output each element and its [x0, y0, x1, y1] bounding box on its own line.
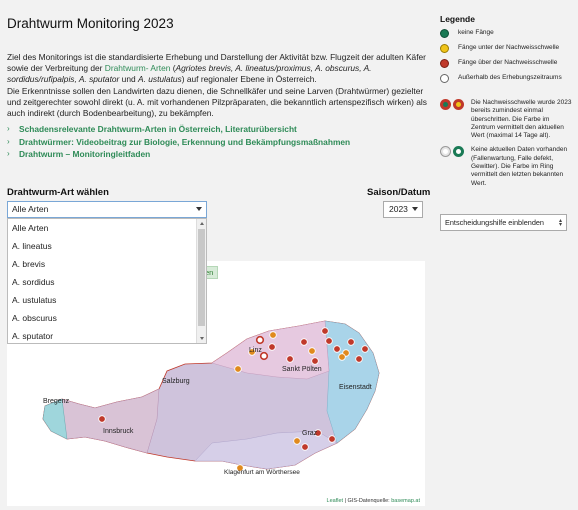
intro-paragraph-2: Die Erkenntnisse sollen den Landwirten d…: [7, 85, 427, 119]
trap-marker[interactable]: [311, 357, 319, 365]
species-select-value: Alle Arten: [12, 204, 49, 214]
legend-label: Fänge über der Nachweisschwelle: [458, 59, 558, 66]
page-title: Drahtwurm Monitoring 2023: [7, 16, 174, 31]
species-option[interactable]: A. obscurus: [8, 309, 206, 327]
chevron-right-icon: ›: [7, 124, 10, 133]
link-label[interactable]: Drahtwürmer: Videobeitrag zur Biologie, …: [19, 136, 350, 149]
basemap-link[interactable]: basemap.at: [391, 498, 420, 504]
legend-label: Außerhalb des Erhebungszeitraums: [458, 74, 562, 81]
legend-label: Fänge unter der Nachweisschwelle: [458, 44, 560, 51]
intro-text: Ziel des Monitorings ist die standardisi…: [7, 52, 427, 119]
trap-marker[interactable]: [234, 365, 242, 373]
intro-text-segment: ) auf regionaler Ebene in Österreich.: [181, 74, 317, 85]
dropdown-arrow-icon: [196, 207, 202, 211]
legend-item-below-threshold: Fänge unter der Nachweisschwelle: [440, 44, 575, 53]
trap-marker[interactable]: [333, 345, 341, 353]
red-ring-icon: [440, 99, 451, 110]
resource-link-guide[interactable]: › Drahtwurm – Monitoringleitfaden: [7, 148, 350, 161]
red-dot-icon: [440, 59, 449, 68]
season-select[interactable]: 2023: [383, 201, 423, 218]
species-select[interactable]: Alle Arten: [7, 201, 207, 218]
dropdown-scrollbar[interactable]: [196, 219, 206, 343]
trap-marker[interactable]: [321, 327, 329, 335]
map-city-label: Sankt Pölten: [282, 366, 322, 373]
link-label[interactable]: Schadensrelevante Drahtwurm-Arten in Öst…: [19, 123, 297, 136]
red-ring-icon: [453, 99, 464, 110]
legend-note-no-data: Keine aktuellen Daten vorhanden (Fallenw…: [440, 146, 575, 187]
species-option[interactable]: A. ustulatus: [8, 291, 206, 309]
legend-note-text: Die Nachweisschwelle wurde 2023 bereits …: [471, 99, 572, 140]
species-name: A. ustulatus: [137, 74, 182, 85]
intro-paragraph-1: Ziel des Monitorings ist die standardisi…: [7, 52, 427, 86]
legend-item-no-catches: keine Fänge: [440, 29, 575, 38]
map-city-label: Salzburg: [162, 378, 190, 385]
green-dot-icon: [440, 29, 449, 38]
species-option[interactable]: A. brevis: [8, 255, 206, 273]
map-city-label: Klagenfurt am Wörthersee: [224, 469, 300, 476]
decision-aid-select[interactable]: Entscheidungshilfe einblenden ▴ ▾: [440, 214, 567, 231]
map-city-label: Graz: [302, 430, 318, 437]
trap-marker[interactable]: [269, 331, 277, 339]
legend-label: keine Fänge: [458, 29, 494, 36]
intro-text-segment: und: [119, 74, 138, 85]
legend-item-outside-period: Außerhalb des Erhebungszeitraums: [440, 74, 575, 83]
resource-link-literature[interactable]: › Schadensrelevante Drahtwurm-Arten in Ös…: [7, 123, 350, 136]
scroll-up-icon[interactable]: [200, 222, 204, 225]
scrollbar-thumb[interactable]: [198, 229, 205, 326]
trap-marker[interactable]: [268, 343, 276, 351]
trap-marker[interactable]: [308, 347, 316, 355]
resource-link-video[interactable]: › Drahtwürmer: Videobeitrag zur Biologie,…: [7, 136, 350, 149]
trap-marker[interactable]: [325, 337, 333, 345]
drahtwurm-arten-link[interactable]: Drahtwurm- Arten: [105, 63, 171, 73]
map-city-label: Eisenstadt: [339, 384, 372, 391]
trap-marker[interactable]: [301, 443, 309, 451]
trap-marker[interactable]: [255, 335, 265, 345]
trap-marker[interactable]: [328, 435, 336, 443]
green-ring-icon: [453, 146, 464, 158]
link-label[interactable]: Drahtwurm – Monitoringleitfaden: [19, 148, 150, 161]
grey-ring-icon: [440, 146, 451, 158]
legend-item-above-threshold: Fänge über der Nachweisschwelle: [440, 59, 575, 68]
trap-marker[interactable]: [347, 338, 355, 346]
map-city-label: Linz: [249, 347, 262, 354]
chevron-right-icon: ›: [7, 136, 10, 146]
species-select-label: Drahtwurm-Art wählen: [7, 187, 109, 198]
species-option[interactable]: A. lineatus: [8, 237, 206, 255]
trap-marker[interactable]: [361, 345, 369, 353]
sort-arrows-icon: ▴ ▾: [558, 218, 562, 228]
species-dropdown-list[interactable]: Alle Arten A. lineatus A. brevis A. sord…: [7, 218, 207, 344]
map-city-label: Innsbruck: [103, 428, 134, 435]
trap-marker[interactable]: [338, 353, 346, 361]
species-option[interactable]: A. sputator: [8, 327, 206, 343]
yellow-dot-icon: [440, 44, 449, 53]
season-select-value: 2023: [389, 204, 408, 214]
trap-marker[interactable]: [355, 355, 363, 363]
white-dot-icon: [440, 74, 449, 83]
trap-marker[interactable]: [286, 355, 294, 363]
season-select-label: Saison/Datum: [367, 187, 431, 198]
species-option[interactable]: A. sordidus: [8, 273, 206, 291]
scroll-down-icon[interactable]: [200, 337, 204, 340]
trap-marker[interactable]: [300, 338, 308, 346]
dropdown-arrow-icon: [412, 207, 418, 211]
leaflet-link[interactable]: Leaflet: [327, 498, 344, 504]
map-attribution: Leaflet | GIS-Datenquelle: basemap.at: [324, 498, 422, 504]
chevron-right-icon: ›: [7, 149, 10, 158]
resource-links: › Schadensrelevante Drahtwurm-Arten in Ös…: [7, 123, 350, 161]
legend-title: Legende: [440, 14, 475, 24]
legend-panel: Legende keine Fänge Fänge unter der Nach…: [440, 14, 575, 194]
decision-aid-value: Entscheidungshilfe einblenden: [445, 218, 544, 227]
trap-marker[interactable]: [98, 415, 106, 423]
map-city-label: Bregenz: [43, 398, 70, 405]
attribution-text: | GIS-Datenquelle:: [344, 498, 392, 504]
species-option[interactable]: Alle Arten: [8, 219, 206, 237]
legend-note-threshold-exceeded: Die Nachweisschwelle wurde 2023 bereits …: [440, 99, 575, 140]
trap-marker[interactable]: [293, 437, 301, 445]
legend-note-text: Keine aktuellen Daten vorhanden (Fallenw…: [471, 146, 568, 187]
